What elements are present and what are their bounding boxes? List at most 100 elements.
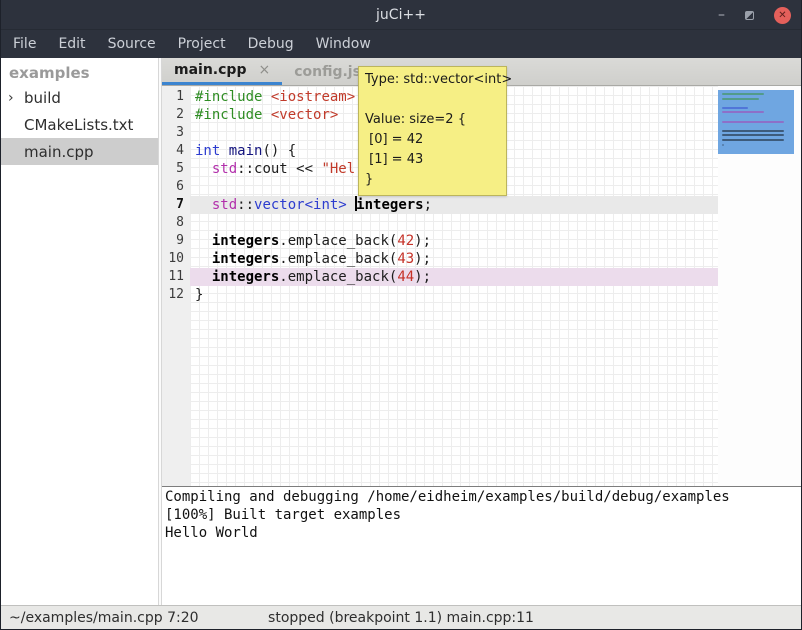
tooltip-line: [1] = 43 xyxy=(365,150,500,170)
status-file-position: ~/examples/main.cpp 7:20 xyxy=(9,610,199,626)
menu-source[interactable]: Source xyxy=(97,30,167,58)
app-window: juCi++ – ✕ FileEditSourceProjectDebugWin… xyxy=(0,0,802,630)
token-pl: ); xyxy=(414,251,431,267)
token-pl xyxy=(347,197,355,213)
token-str: <iostream> xyxy=(271,89,355,105)
close-icon[interactable]: ✕ xyxy=(774,7,791,24)
line-number: 6 xyxy=(162,178,190,196)
line-number: 8 xyxy=(162,214,190,232)
token-pl xyxy=(195,233,212,249)
token-ty: vector<int> xyxy=(254,197,347,213)
output-line: [100%] Built target examples xyxy=(165,506,801,524)
line-number: 7 xyxy=(162,196,190,214)
line-number: 9 xyxy=(162,232,190,250)
token-var: integers xyxy=(356,197,423,213)
line-number: 3 xyxy=(162,124,190,142)
token-num: 43 xyxy=(397,251,414,267)
token-var: integers xyxy=(212,269,279,285)
title-bar: juCi++ – ✕ xyxy=(1,0,801,30)
menu-project[interactable]: Project xyxy=(167,30,237,58)
window-controls: – ✕ xyxy=(718,0,791,30)
menu-file[interactable]: File xyxy=(2,30,47,58)
token-kw: int xyxy=(195,143,220,159)
tab-close-icon[interactable]: × xyxy=(258,62,270,78)
sidebar-item-label: CMakeLists.txt xyxy=(24,116,133,134)
token-pl: .emplace_back( xyxy=(279,233,397,249)
token-pl: () { xyxy=(262,143,296,159)
menu-edit[interactable]: Edit xyxy=(47,30,96,58)
token-pp: #include xyxy=(195,89,262,105)
line-number: 10 xyxy=(162,250,190,268)
menu-bar: FileEditSourceProjectDebugWindow xyxy=(1,30,801,58)
file-tree-root: examples xyxy=(1,58,158,84)
token-pp: #include xyxy=(195,107,262,123)
window-title: juCi++ xyxy=(1,7,801,23)
line-number: 1 xyxy=(162,88,190,106)
restore-icon[interactable] xyxy=(745,11,754,20)
token-pl xyxy=(195,269,212,285)
tooltip-line: [0] = 42 xyxy=(365,130,500,150)
token-pl xyxy=(195,161,212,177)
token-var: integers xyxy=(212,233,279,249)
menu-window[interactable]: Window xyxy=(305,30,382,58)
tab-main-cpp[interactable]: main.cpp × xyxy=(162,58,282,85)
token-pl xyxy=(262,107,270,123)
line-number: 2 xyxy=(162,106,190,124)
token-var: integers xyxy=(212,251,279,267)
line-content: std::vector<int> integers; xyxy=(190,196,718,214)
sidebar-item-label: main.cpp xyxy=(24,143,94,161)
sidebar-item-cmakelists.txt[interactable]: CMakeLists.txt xyxy=(1,111,158,138)
line-content: integers.emplace_back(43); xyxy=(190,250,718,268)
line-number: 11 xyxy=(162,268,190,286)
token-num: 44 xyxy=(397,269,414,285)
minimize-icon[interactable]: – xyxy=(718,10,725,20)
line-number: 5 xyxy=(162,160,190,178)
status-debug-state: stopped (breakpoint 1.1) main.cpp:11 xyxy=(268,610,534,626)
token-fn: main xyxy=(229,143,263,159)
line-content xyxy=(190,214,718,232)
line-content: } xyxy=(190,286,718,304)
tooltip-line xyxy=(365,90,500,110)
code-line-10[interactable]: 10 integers.emplace_back(43); xyxy=(162,250,801,268)
output-line: Compiling and debugging /home/eidheim/ex… xyxy=(165,488,801,506)
tab-label: main.cpp xyxy=(174,62,246,78)
status-bar: ~/examples/main.cpp 7:20 stopped (breakp… xyxy=(1,605,801,629)
sidebar-item-build[interactable]: ›build xyxy=(1,84,158,111)
tooltip-line: Value: size=2 { xyxy=(365,110,500,130)
line-number: 12 xyxy=(162,286,190,304)
line-content: integers.emplace_back(42); xyxy=(190,232,718,250)
sidebar-item-main.cpp[interactable]: main.cpp xyxy=(1,138,158,165)
token-str: "Hel xyxy=(321,161,355,177)
token-pl xyxy=(262,89,270,105)
code-line-9[interactable]: 9 integers.emplace_back(42); xyxy=(162,232,801,250)
token-pl: .emplace_back( xyxy=(279,269,397,285)
code-line-7[interactable]: 7 std::vector<int> integers; xyxy=(162,196,801,214)
output-panel: Compiling and debugging /home/eidheim/ex… xyxy=(162,487,801,605)
tooltip-line: } xyxy=(365,170,500,190)
output-line: Hello World xyxy=(165,524,801,542)
expander-icon[interactable]: › xyxy=(8,90,24,106)
token-str: <vector> xyxy=(271,107,338,123)
token-pl: } xyxy=(195,287,203,303)
token-num: 42 xyxy=(397,233,414,249)
token-pl: ::cout << xyxy=(237,161,321,177)
line-number: 4 xyxy=(162,142,190,160)
line-content: integers.emplace_back(44); xyxy=(190,268,718,286)
code-line-11[interactable]: 11 integers.emplace_back(44); xyxy=(162,268,801,286)
token-pl: ); xyxy=(414,269,431,285)
token-ns: std xyxy=(212,197,237,213)
code-line-8[interactable]: 8 xyxy=(162,214,801,232)
token-pl xyxy=(195,197,212,213)
token-pl xyxy=(195,251,212,267)
token-pl: :: xyxy=(237,197,254,213)
code-line-12[interactable]: 12} xyxy=(162,286,801,304)
token-pl: .emplace_back( xyxy=(279,251,397,267)
token-pl: ; xyxy=(424,197,432,213)
token-pl: ); xyxy=(414,233,431,249)
token-pl xyxy=(220,143,228,159)
debug-value-tooltip: Type: std::vector<int>Value: size=2 { [0… xyxy=(358,66,507,196)
editor-pane: main.cpp×config.json 1#include <iostream… xyxy=(162,58,801,605)
sidebar-item-label: build xyxy=(24,89,61,107)
main-content: examples ›build CMakeLists.txt main.cpp ma… xyxy=(1,58,801,605)
menu-debug[interactable]: Debug xyxy=(237,30,305,58)
